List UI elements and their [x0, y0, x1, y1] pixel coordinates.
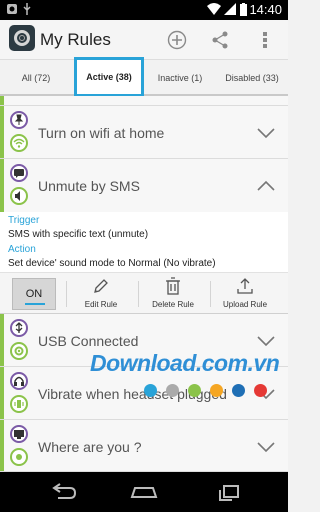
rule-name: Unmute by SMS: [38, 178, 140, 194]
upload-rule-button[interactable]: Upload Rule: [210, 273, 280, 315]
share-button[interactable]: [208, 28, 232, 52]
signal-icon: [224, 3, 236, 19]
upload-icon: [237, 278, 253, 294]
active-indicator: [0, 367, 4, 419]
app-title: My Rules: [40, 30, 111, 49]
watermark-dot: [166, 384, 179, 397]
active-indicator: [0, 159, 4, 212]
chevron-down-icon[interactable]: [256, 126, 276, 140]
trash-icon: [166, 277, 180, 295]
rule-row-unmute-by-sms[interactable]: Unmute by SMS: [0, 159, 288, 212]
home-icon[interactable]: [129, 482, 159, 502]
watermark-dot: [254, 384, 267, 397]
action-bar: My Rules: [0, 20, 288, 60]
tab-all[interactable]: All (72): [0, 60, 72, 96]
rule-row-turn-on-wifi[interactable]: Turn on wifi at home: [0, 106, 288, 159]
chevron-down-icon[interactable]: [256, 440, 276, 454]
tab-disabled[interactable]: Disabled (33): [216, 60, 288, 96]
rule-name: Where are you ?: [38, 439, 142, 455]
rule-row-partial: [0, 96, 288, 106]
gear-icon: [10, 342, 28, 360]
edit-rule-button[interactable]: Edit Rule: [66, 273, 136, 315]
filter-tabs: All (72) Active (38) Inactive (1) Disabl…: [0, 57, 288, 97]
overflow-menu-button[interactable]: [253, 28, 277, 52]
location-icon: [10, 448, 28, 466]
active-indicator: [0, 314, 4, 366]
action-label: Action: [8, 244, 36, 255]
status-bar: 14:40: [0, 0, 288, 20]
sms-icon: [10, 164, 28, 182]
back-icon[interactable]: [48, 482, 78, 502]
watermark-dot: [188, 384, 201, 397]
tab-inactive[interactable]: Inactive (1): [144, 60, 216, 96]
usb-icon: [22, 3, 32, 19]
active-indicator: [0, 106, 4, 158]
notification-icon: [6, 3, 18, 19]
watermark-text: Download.com.vn: [90, 350, 280, 376]
delete-rule-button[interactable]: Delete Rule: [138, 273, 208, 315]
watermark-dot: [232, 384, 245, 397]
wifi-icon: [207, 3, 221, 19]
active-indicator: [0, 420, 4, 471]
battery-icon: [240, 3, 247, 20]
trigger-value: SMS with specific text (unmute): [8, 229, 149, 240]
chevron-down-icon[interactable]: [256, 334, 276, 348]
vibrate-icon: [10, 395, 28, 413]
rule-toolbar: ON Edit Rule Delete Rule Upload Rule: [0, 272, 288, 314]
rule-name: Turn on wifi at home: [38, 125, 165, 141]
more-vert-icon: [263, 32, 267, 48]
headset-icon: [10, 372, 28, 390]
pencil-icon: [94, 279, 108, 293]
action-value: Set device' sound mode to Normal (No vib…: [8, 258, 216, 269]
status-time: 14:40: [249, 2, 282, 17]
add-circle-icon: [167, 30, 187, 50]
trigger-label: Trigger: [8, 215, 40, 226]
navigation-bar: [0, 472, 288, 512]
pin-icon: [10, 111, 28, 129]
rule-name: USB Connected: [38, 333, 139, 349]
edit-rule-label: Edit Rule: [84, 300, 118, 309]
recent-apps-icon[interactable]: [214, 482, 244, 502]
wifi-rule-icon: [10, 134, 28, 152]
watermark-dot: [210, 384, 223, 397]
share-icon: [212, 31, 228, 49]
add-rule-button[interactable]: [165, 28, 189, 52]
rule-details: Trigger SMS with specific text (unmute) …: [0, 212, 288, 272]
on-toggle-button[interactable]: ON: [12, 278, 56, 310]
tab-active[interactable]: Active (38): [74, 57, 144, 97]
chevron-up-icon[interactable]: [256, 179, 276, 193]
monitor-icon: [10, 425, 28, 443]
delete-rule-label: Delete Rule: [152, 300, 194, 309]
volume-icon: [10, 187, 28, 205]
toggle-label: ON: [25, 288, 43, 300]
rule-row-where-are-you[interactable]: Where are you ?: [0, 420, 288, 472]
upload-rule-label: Upload Rule: [222, 300, 268, 309]
app-logo-icon[interactable]: [9, 25, 35, 51]
usb-rule-icon: [10, 319, 28, 337]
watermark-dot: [144, 384, 157, 397]
active-indicator: [0, 96, 4, 105]
